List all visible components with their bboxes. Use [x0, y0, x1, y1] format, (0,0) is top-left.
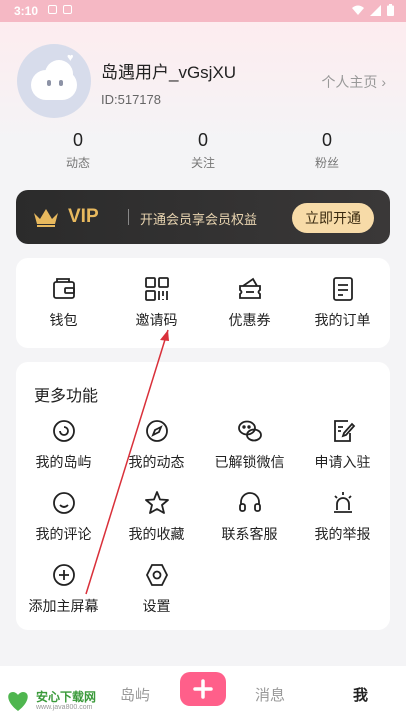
user-id: ID:517178: [101, 92, 161, 107]
homepage-link[interactable]: 个人主页 ›: [321, 72, 386, 92]
quick-actions-card: 钱包 邀请码 优惠券 我的订单: [16, 258, 390, 348]
coupon-label: 优惠券: [228, 312, 271, 328]
username: 岛遇用户_vGsjXU: [101, 63, 237, 82]
stat-count: 0: [72, 130, 83, 150]
invite-code-button[interactable]: 邀请码: [110, 276, 203, 330]
more-features-title: 更多功能: [34, 388, 99, 405]
crown-icon: [34, 209, 58, 227]
wifi-icon: [352, 5, 364, 15]
customer-service-label: 联系客服: [221, 526, 278, 542]
tab-island[interactable]: 岛屿: [120, 684, 150, 705]
my-island-button[interactable]: 我的岛屿: [17, 418, 110, 472]
notification-icons: [48, 5, 72, 14]
add-home-screen-button[interactable]: 添加主屏幕: [17, 562, 110, 616]
battery-icon: [387, 4, 394, 16]
qr-code-icon: [144, 277, 169, 301]
watermark-heart-icon: [8, 692, 28, 711]
tab-messages[interactable]: 消息: [255, 684, 285, 705]
more-features-card: 更多功能 我的岛屿 我的动态 已解锁微信 申请入驻 我的评论 我的收藏 联系客服…: [16, 362, 390, 630]
add-circle-icon: [52, 564, 75, 586]
settings-button[interactable]: 设置: [110, 562, 203, 616]
unlocked-wechat-label: 已解锁微信: [214, 454, 285, 470]
stat-label: 关注: [190, 156, 215, 170]
edit-icon: [333, 420, 355, 442]
my-posts-label: 我的动态: [128, 454, 185, 470]
wallet-icon: [52, 278, 75, 299]
activate-vip-button[interactable]: 立即开通: [292, 203, 374, 233]
notification-icon: [63, 5, 72, 14]
signal-icon: [370, 4, 381, 16]
avatar-eye: [47, 80, 51, 86]
unlocked-wechat-button[interactable]: 已解锁微信: [203, 418, 296, 472]
my-posts-button[interactable]: 我的动态: [110, 418, 203, 472]
apply-join-label: 申请入驻: [314, 454, 371, 470]
watermark-name: 安心下载网: [36, 690, 97, 704]
customer-service-button[interactable]: 联系客服: [203, 490, 296, 544]
my-favorites-label: 我的收藏: [128, 526, 185, 542]
stat-count: 0: [321, 130, 332, 150]
my-favorites-button[interactable]: 我的收藏: [110, 490, 203, 544]
coupon-icon: [238, 277, 261, 299]
system-icons: [352, 4, 394, 16]
wallet-label: 钱包: [49, 312, 78, 328]
tab-me[interactable]: 我: [353, 684, 368, 705]
stat-followers[interactable]: 0 粉丝: [287, 130, 367, 171]
status-time: 3:10: [14, 4, 39, 18]
notification-icon: [48, 5, 57, 14]
create-post-button[interactable]: [180, 672, 226, 706]
my-orders-button[interactable]: 我的订单: [296, 276, 389, 330]
comment-icon: [52, 492, 75, 514]
vip-divider: [128, 209, 129, 225]
wechat-icon: [237, 420, 262, 442]
vip-description: 开通会员享会员权益: [140, 212, 258, 227]
alarm-icon: [333, 492, 352, 513]
island-icon: [52, 420, 75, 442]
stat-count: 0: [197, 130, 208, 150]
stat-following[interactable]: 0 关注: [163, 130, 243, 171]
stat-posts[interactable]: 0 动态: [38, 130, 118, 171]
heart-icon: ♥: [67, 52, 74, 64]
stat-label: 动态: [65, 156, 90, 170]
my-reports-label: 我的举报: [314, 526, 371, 542]
headset-icon: [238, 492, 261, 512]
stat-label: 粉丝: [314, 156, 339, 170]
avatar-eye: [59, 80, 63, 86]
watermark-url: www.java800.com: [36, 704, 93, 711]
my-orders-label: 我的订单: [314, 312, 371, 328]
settings-icon: [145, 564, 168, 586]
star-icon: [144, 491, 169, 514]
avatar[interactable]: ♥: [17, 44, 91, 118]
my-comments-label: 我的评论: [35, 526, 92, 542]
order-icon: [332, 277, 353, 301]
invite-code-label: 邀请码: [135, 312, 178, 328]
watermark-logo: 安心下载网 www.java800.com: [4, 684, 114, 718]
status-bar: 3:10: [0, 0, 406, 22]
coupon-button[interactable]: 优惠券: [203, 276, 296, 330]
settings-label: 设置: [142, 598, 171, 614]
plus-icon: [193, 679, 213, 699]
vip-banner[interactable]: VIP 开通会员享会员权益 立即开通: [16, 190, 390, 244]
vip-label: VIP: [68, 206, 99, 227]
my-comments-button[interactable]: 我的评论: [17, 490, 110, 544]
profile-stats: 0 动态 0 关注 0 粉丝: [0, 130, 406, 176]
my-reports-button[interactable]: 我的举报: [296, 490, 389, 544]
compass-icon: [145, 420, 168, 442]
add-home-screen-label: 添加主屏幕: [28, 598, 99, 614]
apply-join-button[interactable]: 申请入驻: [296, 418, 389, 472]
wallet-button[interactable]: 钱包: [17, 276, 110, 330]
my-island-label: 我的岛屿: [35, 454, 92, 470]
profile-header: ♥ 岛遇用户_vGsjXU ID:517178 个人主页 ›: [0, 22, 406, 122]
